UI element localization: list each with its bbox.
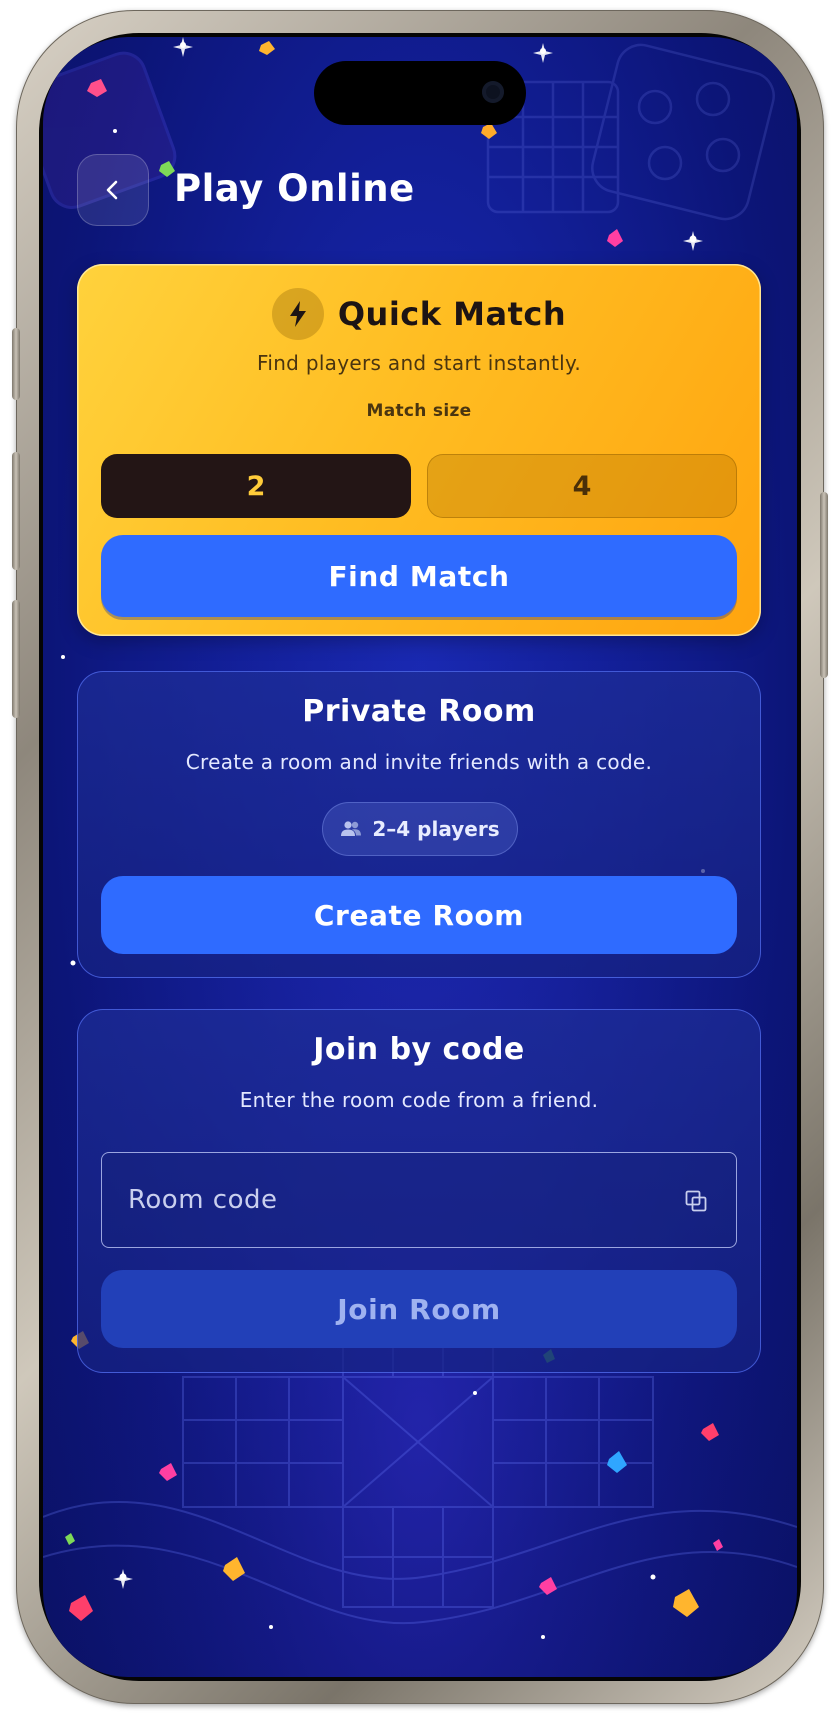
quick-match-title: Quick Match (337, 295, 567, 333)
private-room-card: Private Room Create a room and invite fr… (77, 671, 761, 978)
players-count-badge: 2–4 players (322, 802, 518, 856)
match-size-option-4[interactable]: 4 (427, 454, 737, 518)
chevron-left-icon (106, 180, 118, 200)
front-camera (482, 81, 504, 103)
join-by-code-title: Join by code (313, 1032, 525, 1067)
quick-match-header: Quick Match (77, 288, 761, 340)
room-code-field (101, 1152, 737, 1248)
quick-match-subtitle: Find players and start instantly. (257, 351, 581, 375)
private-room-subtitle: Create a room and invite friends with a … (185, 750, 653, 774)
dynamic-island (314, 61, 526, 125)
room-code-input[interactable] (102, 1153, 662, 1247)
volume-down-button (12, 600, 20, 718)
two-people-icon (341, 821, 362, 836)
join-by-code-card: Join by code Enter the room code from a … (77, 1009, 761, 1373)
join-room-button[interactable]: Join Room (101, 1270, 737, 1348)
find-match-button[interactable]: Find Match (101, 535, 737, 617)
match-size-label: Match size (366, 401, 472, 421)
create-room-button[interactable]: Create Room (101, 876, 737, 954)
players-count-label: 2–4 players (372, 817, 500, 841)
lightning-bolt-icon (271, 288, 324, 340)
power-button (820, 492, 828, 678)
match-size-option-2[interactable]: 2 (101, 454, 411, 518)
volume-up-button (12, 452, 20, 570)
app-screen: Play Online Quick Match Find players and… (43, 37, 797, 1677)
paste-icon[interactable] (684, 1189, 708, 1213)
quick-match-card: Quick Match Find players and start insta… (77, 264, 761, 636)
back-button[interactable] (77, 154, 149, 226)
action-button (12, 328, 20, 400)
join-by-code-subtitle: Enter the room code from a friend. (239, 1088, 599, 1112)
page-title: Play Online (174, 167, 415, 210)
private-room-title: Private Room (302, 694, 536, 729)
